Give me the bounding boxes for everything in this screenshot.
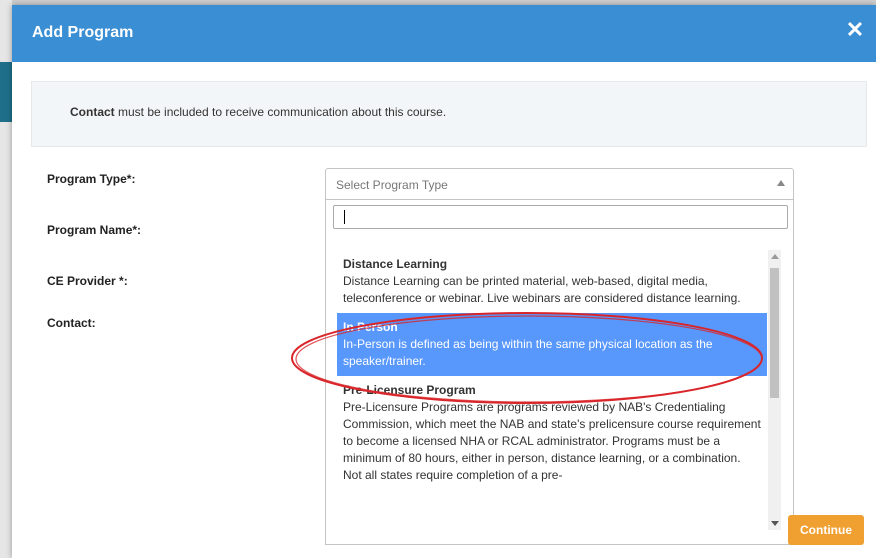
select-placeholder: Select Program Type (336, 178, 448, 192)
close-icon[interactable]: ✕ (844, 19, 866, 41)
option-in-person[interactable]: In Person In-Person is defined as being … (337, 313, 767, 376)
scroll-down-arrow-icon[interactable] (771, 521, 779, 526)
scroll-up-arrow-icon[interactable] (771, 254, 779, 259)
option-description: In-Person is defined as being within the… (343, 337, 713, 368)
program-type-select[interactable]: Select Program Type (325, 168, 794, 200)
option-title: In Person (343, 320, 398, 334)
notice-rest-text: must be included to receive communicatio… (114, 105, 447, 119)
option-list-scrollbar[interactable] (768, 250, 781, 530)
notice-bold-text: Contact (70, 105, 115, 119)
contact-label: Contact: (47, 316, 96, 330)
chevron-up-icon (777, 180, 785, 186)
modal-header: Add Program ✕ (12, 5, 876, 62)
program-name-label: Program Name*: (47, 223, 142, 237)
option-description: Pre-Licensure Programs are programs revi… (343, 400, 761, 482)
program-type-dropdown: Distance Learning Distance Learning can … (325, 200, 794, 545)
scrollbar-thumb[interactable] (770, 268, 779, 398)
option-description: Distance Learning can be printed materia… (343, 274, 741, 305)
text-cursor (344, 210, 345, 224)
option-title: Pre-Licensure Program (343, 383, 476, 397)
option-list: Distance Learning Distance Learning can … (337, 250, 767, 490)
option-title: Distance Learning (343, 257, 448, 271)
background-page-accent (0, 62, 12, 122)
option-distance-learning[interactable]: Distance Learning Distance Learning can … (337, 250, 767, 313)
program-type-label: Program Type*: (47, 172, 136, 186)
ce-provider-label: CE Provider *: (47, 274, 128, 288)
add-program-modal: Add Program ✕ Contact must be included t… (12, 5, 876, 558)
continue-button[interactable]: Continue (788, 515, 864, 545)
dropdown-search-input[interactable] (333, 205, 788, 229)
notice-box: Contact must be included to receive comm… (31, 81, 867, 147)
option-pre-licensure-program[interactable]: Pre-Licensure Program Pre-Licensure Prog… (337, 376, 767, 490)
notice-text: Contact must be included to receive comm… (70, 105, 446, 119)
modal-title: Add Program (32, 24, 134, 41)
